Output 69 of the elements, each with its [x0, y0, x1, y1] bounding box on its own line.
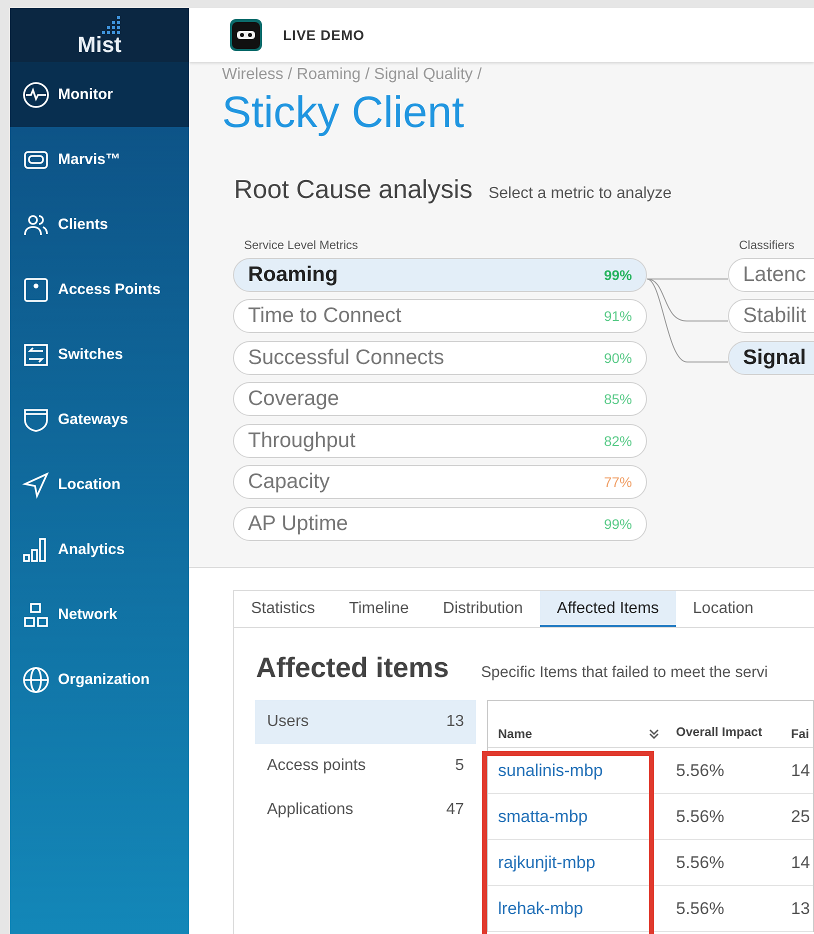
nav-item[interactable]: Switches — [10, 322, 189, 387]
robot-icon — [229, 18, 263, 52]
nav-item[interactable]: Access Points — [10, 257, 189, 322]
navigation-icon — [22, 470, 50, 498]
globe-icon — [22, 666, 50, 694]
nav-item[interactable]: Clients — [10, 192, 189, 257]
client-link[interactable]: rajkunjit-mbp — [498, 852, 596, 872]
metric-value: 99% — [604, 516, 632, 532]
nav-item[interactable]: Marvis™ — [10, 127, 189, 192]
table-cell-text: 13 — [790, 898, 810, 918]
nav-item[interactable]: Analytics — [10, 517, 189, 582]
category-item[interactable]: Users 13 — [255, 700, 476, 744]
section-hint: Select a metric to analyze — [488, 185, 672, 203]
classifier-pill[interactable]: Stabilit — [728, 299, 814, 333]
column-header[interactable]: Fai — [771, 727, 810, 747]
tab[interactable]: Location — [676, 591, 770, 627]
page-title: Sticky Client — [222, 87, 466, 139]
table-cell-text: 5.56% — [675, 760, 726, 780]
metric-value: 90% — [604, 350, 632, 366]
nav-item[interactable]: Network — [10, 582, 189, 647]
pulse-icon — [22, 80, 50, 108]
network-icon — [22, 600, 50, 628]
section-title: Root Cause analysis — [234, 174, 472, 205]
tab[interactable]: Statistics — [234, 591, 332, 627]
client-link[interactable]: sunalinis-mbp — [498, 760, 603, 780]
metric-value: 99% — [604, 266, 632, 282]
tab[interactable]: Distribution — [426, 591, 540, 627]
category-count: 13 — [446, 713, 464, 731]
header-title: LIVE DEMO — [283, 27, 365, 43]
sort-icon[interactable] — [648, 728, 660, 740]
category-item[interactable]: Access points 5 — [255, 744, 476, 788]
metric-value: 85% — [604, 391, 632, 407]
category-count: 5 — [455, 757, 464, 775]
table-cell-text: 5.56% — [675, 806, 726, 826]
category-count: 47 — [446, 801, 464, 819]
client-link[interactable]: smatta-mbp — [498, 806, 588, 826]
metric-pill[interactable]: Time to Connect 91% — [233, 299, 647, 333]
column-label: Service Level Metrics — [244, 239, 360, 251]
tab[interactable]: Affected Items — [540, 591, 676, 627]
tab[interactable]: Timeline — [332, 591, 426, 627]
classifier-pill[interactable]: Signal — [728, 340, 814, 374]
classifier-pill[interactable]: Latenc — [728, 258, 814, 292]
metric-pill[interactable]: Coverage 85% — [233, 382, 647, 416]
table-cell-text: 14 — [790, 852, 810, 872]
table-cell-text: 14 — [790, 760, 810, 780]
nav-item[interactable]: Monitor — [10, 62, 189, 127]
metric-pill[interactable]: Throughput 82% — [233, 424, 647, 458]
metric-value: 77% — [604, 474, 632, 490]
section-title: Affected items — [256, 652, 449, 684]
nav-item[interactable]: Location — [10, 452, 189, 517]
column-header[interactable]: Name — [498, 727, 532, 741]
logo: Mist — [10, 8, 189, 62]
nav-item[interactable]: Gateways — [10, 387, 189, 452]
column-header[interactable]: Overall Impact — [668, 723, 771, 747]
section-description: Specific Items that failed to meet the servi — [480, 664, 768, 682]
nav-item[interactable]: Organization — [10, 647, 189, 712]
table-cell-text: 5.56% — [675, 852, 726, 872]
metric-pill[interactable]: Capacity 77% — [233, 465, 647, 499]
category-item[interactable]: Applications 47 — [255, 788, 476, 832]
metric-value: 91% — [604, 308, 632, 324]
table-cell-text: 25 — [790, 806, 810, 826]
client-link[interactable]: lrehak-mbp — [498, 898, 584, 918]
metric-pill[interactable]: AP Uptime 99% — [233, 506, 647, 540]
metric-value: 82% — [604, 432, 632, 448]
table-cell-text: 5.56% — [675, 898, 726, 918]
column-label: Classifiers — [739, 239, 796, 251]
metric-pill[interactable]: Successful Connects 90% — [233, 340, 647, 374]
access-point-icon — [22, 276, 50, 304]
metric-pill[interactable]: Roaming 99% — [233, 258, 647, 292]
